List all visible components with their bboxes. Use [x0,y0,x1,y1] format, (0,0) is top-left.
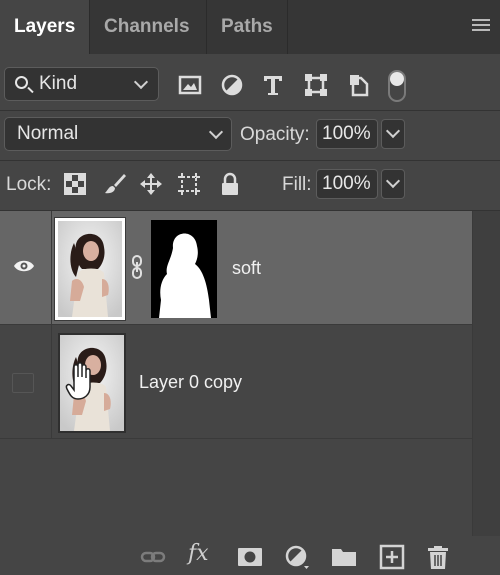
tab-channels[interactable]: Channels [90,0,205,54]
lock-position-icon[interactable] [139,172,163,196]
shape-layer-filter-icon[interactable] [303,73,329,97]
lock-artboard-icon[interactable] [177,172,201,196]
eye-icon[interactable] [13,259,35,273]
add-mask-icon[interactable] [237,544,263,570]
link-layers-icon[interactable] [140,544,166,570]
divider [0,110,500,111]
blend-mode-dropdown[interactable]: Normal [4,117,232,151]
smart-object-filter-icon[interactable] [347,73,373,97]
new-fill-adjustment-icon[interactable] [284,544,310,570]
layer-row-soft[interactable]: soft [0,211,472,325]
panel-tab-bar: Layers Channels Paths [0,0,500,54]
tab-layers[interactable]: Layers [0,0,89,54]
fill-dropdown-button[interactable] [381,169,405,199]
visibility-column [0,325,52,439]
fx-icon[interactable]: fx [188,541,209,566]
hand-cursor-icon [65,362,91,400]
new-layer-icon[interactable] [379,544,405,570]
visibility-column [0,211,52,325]
layer-name[interactable]: Layer 0 copy [139,372,242,393]
filter-kind-dropdown[interactable]: Kind [4,67,159,101]
layers-list: soft Layer 0 copy [0,211,500,536]
fill-input[interactable]: 100% [316,169,378,199]
layer-name[interactable]: soft [232,258,261,279]
layer-row-layer-0-copy[interactable]: Layer 0 copy [0,325,472,439]
chevron-down-icon [385,173,401,189]
lock-image-pixels-icon[interactable] [103,172,127,196]
opacity-dropdown-button[interactable] [381,119,405,149]
layers-scrollbar[interactable] [472,211,500,536]
portrait-image [58,221,122,317]
row-divider [0,438,472,439]
lock-label: Lock: [6,174,52,195]
opacity-input[interactable]: 100% [316,119,378,149]
pixel-layer-filter-icon[interactable] [177,73,203,97]
search-icon [15,76,28,89]
type-layer-filter-icon[interactable] [260,73,286,97]
mask-link-icon[interactable] [130,255,144,279]
chevron-down-icon [385,123,401,139]
lock-all-icon[interactable] [218,172,242,196]
chevron-down-icon [133,74,149,90]
fill-label: Fill: [282,174,312,195]
tab-divider [287,0,288,54]
tab-paths[interactable]: Paths [207,0,287,54]
opacity-label: Opacity: [240,124,310,145]
delete-layer-icon[interactable] [425,544,451,570]
layer-thumbnail[interactable] [54,217,126,321]
adjustment-layer-filter-icon[interactable] [219,73,245,97]
filter-toggle-switch[interactable] [388,70,406,102]
lock-transparent-pixels-icon[interactable] [63,172,87,196]
new-group-icon[interactable] [331,544,357,570]
panel-menu-icon[interactable] [472,19,490,35]
visibility-toggle-empty[interactable] [12,373,34,393]
blend-mode-label: Normal [17,123,79,144]
layer-mask-thumbnail[interactable] [151,220,217,318]
filter-kind-label: Kind [39,73,78,94]
mask-silhouette [151,220,217,318]
chevron-down-icon [208,124,224,140]
filter-toggle-icon [390,72,404,86]
divider [0,160,500,161]
